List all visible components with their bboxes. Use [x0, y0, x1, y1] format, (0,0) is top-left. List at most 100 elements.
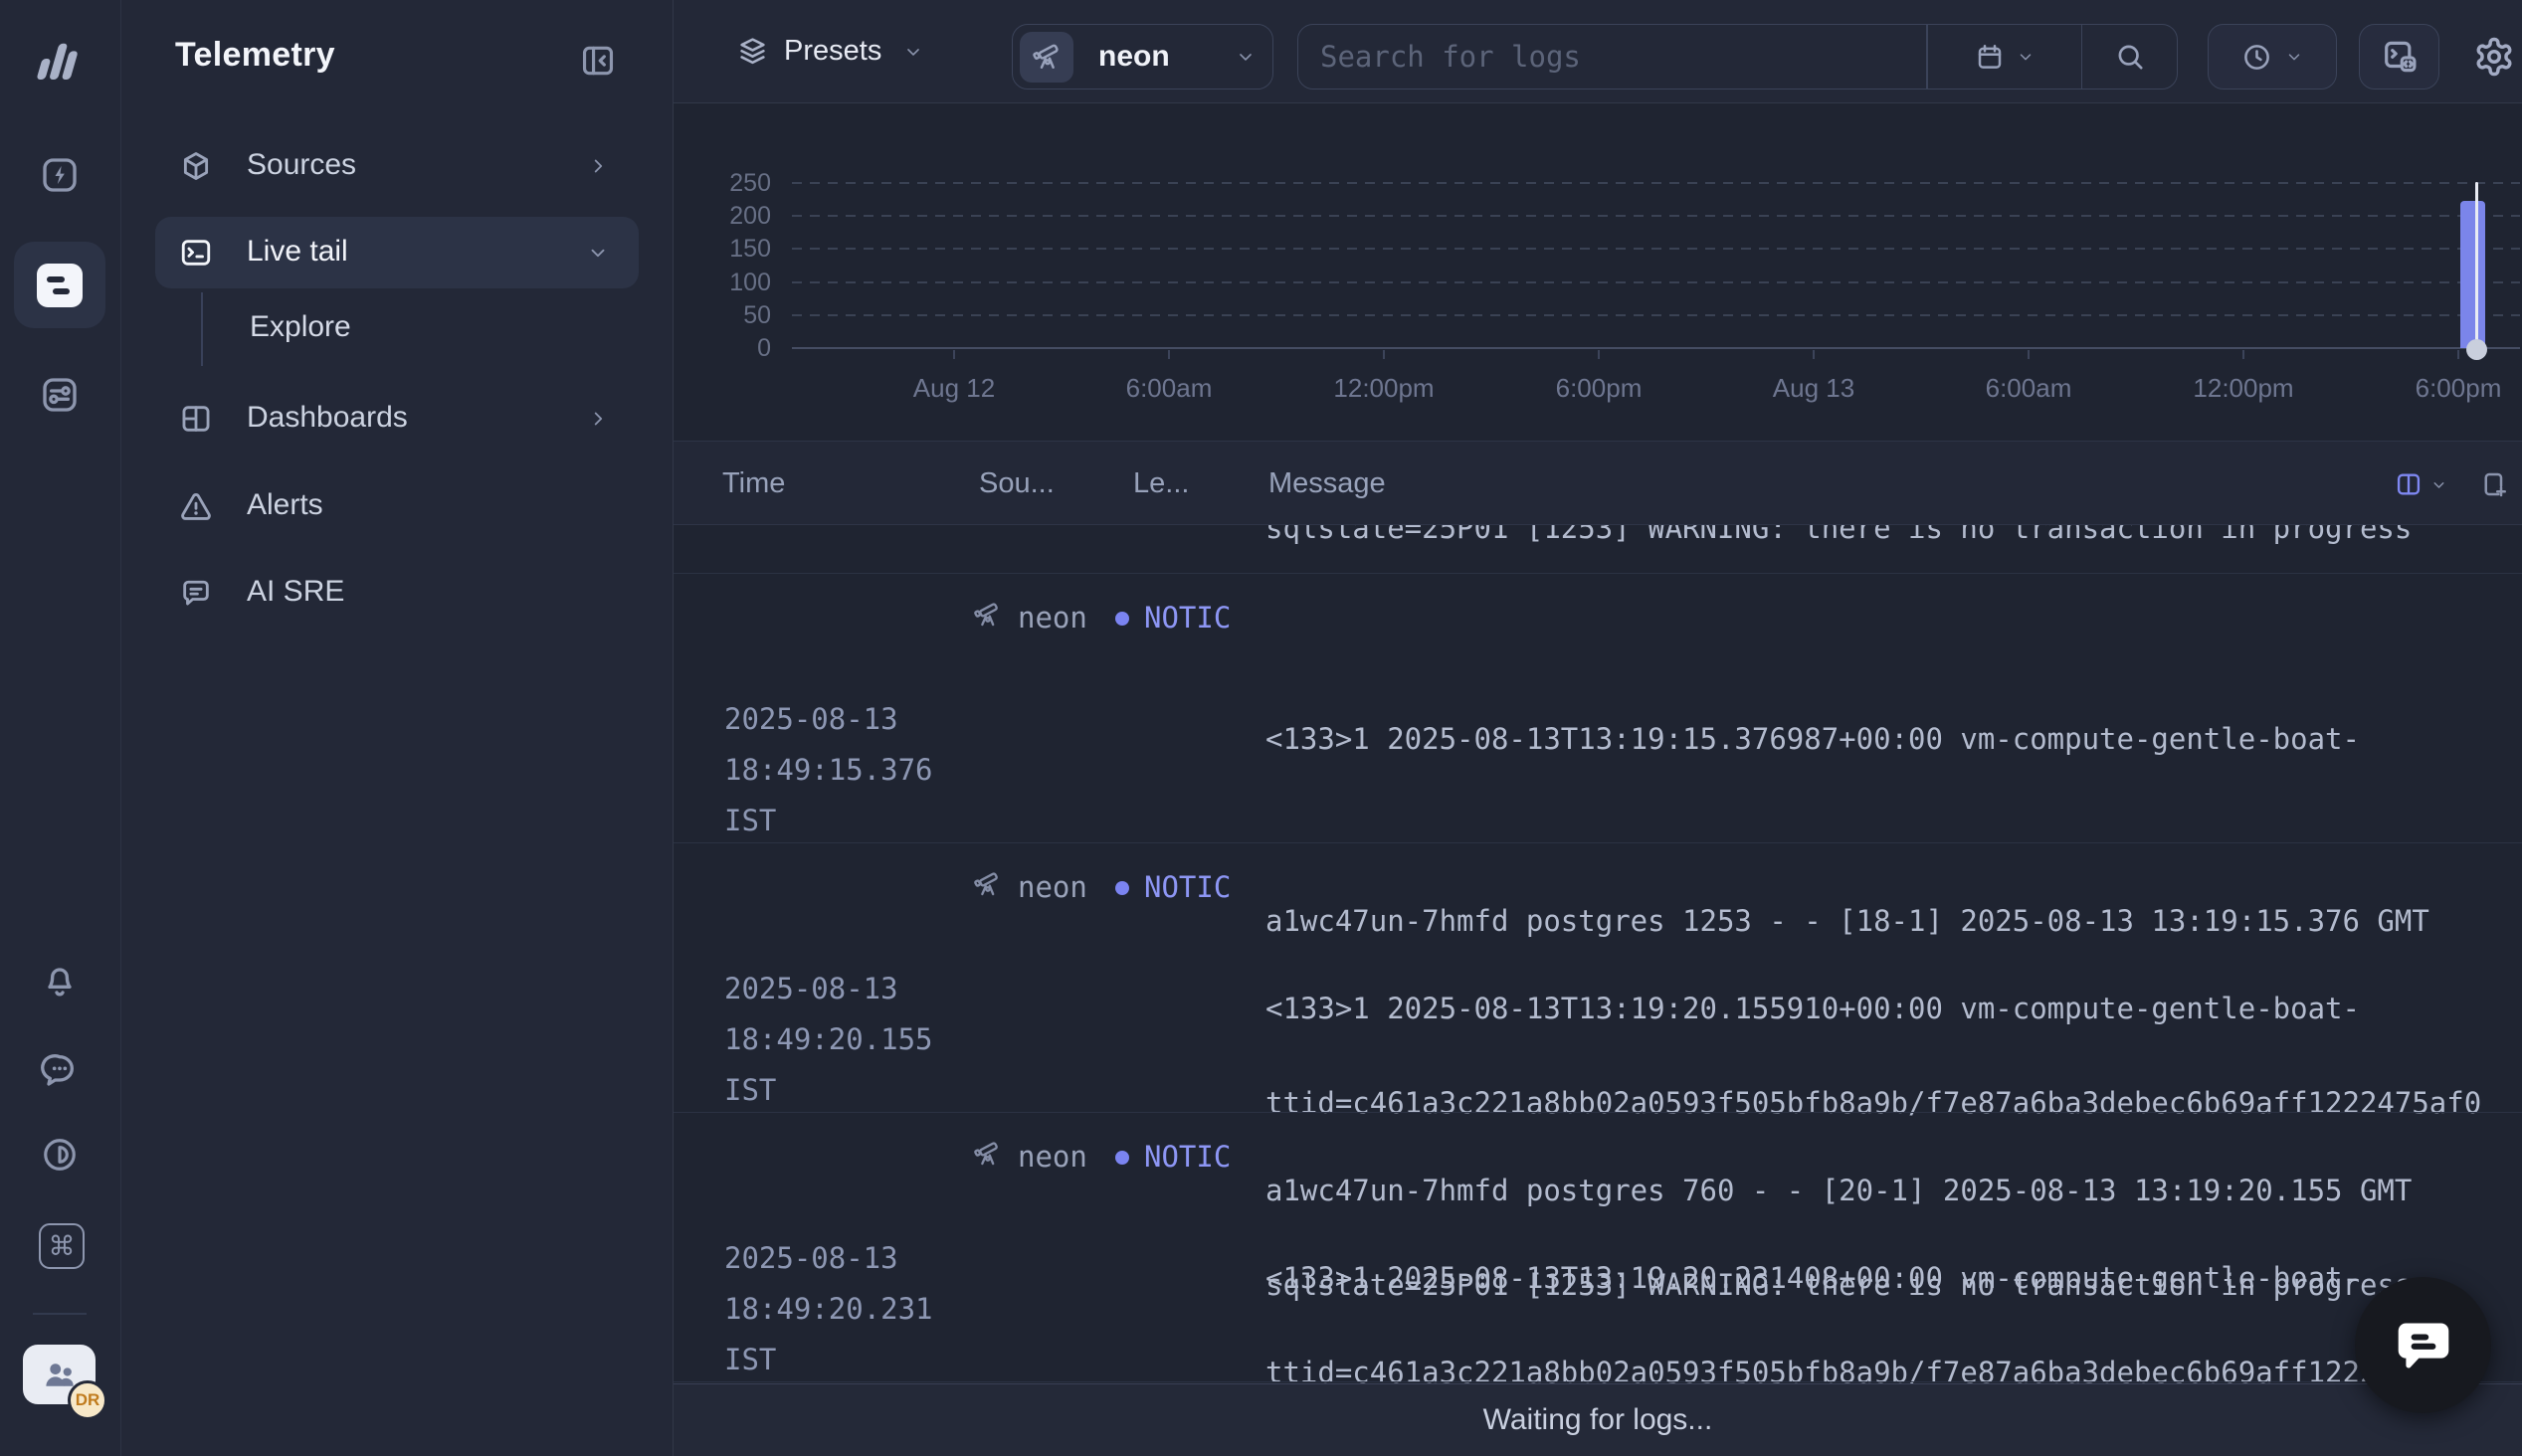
time-range-button[interactable] — [2208, 24, 2337, 90]
gear-icon[interactable] — [2473, 36, 2515, 78]
level-dot — [1115, 612, 1129, 626]
column-header-source[interactable]: Sou... — [979, 467, 1055, 500]
x-axis-tick — [2242, 350, 2244, 359]
table-body: sqlstate=25P01 [1253] WARNING: there is … — [674, 525, 2522, 1383]
logs-icon — [37, 264, 83, 307]
column-header-message[interactable]: Message — [1268, 467, 1386, 500]
x-axis-tick-label: 12:00pm — [1314, 373, 1454, 404]
bolt-square-icon[interactable] — [40, 155, 80, 195]
source-selector[interactable]: neon — [1012, 24, 1273, 90]
log-source: neon — [1018, 1132, 1087, 1183]
table-header: Time Sou... Le... Message — [674, 441, 2522, 525]
gridline — [792, 314, 2520, 316]
sidebar-item-explore[interactable]: Explore — [250, 310, 351, 344]
x-axis-tick — [1383, 350, 1385, 359]
chart[interactable]: 050100150200250Aug 126:00am12:00pm6:00pm… — [674, 102, 2522, 441]
telescope-icon — [1032, 42, 1062, 72]
terminal-icon — [179, 236, 213, 270]
chevron-down-icon — [1236, 47, 1256, 67]
gridline — [792, 182, 2520, 184]
command-icon[interactable]: ⌘ — [39, 1223, 85, 1269]
chevron-right-icon — [587, 408, 609, 430]
gridline — [792, 281, 2520, 283]
calendar-icon — [1975, 42, 2005, 72]
telescope-icon — [973, 870, 1001, 898]
chevron-down-icon[interactable] — [2430, 476, 2447, 493]
bell-icon[interactable] — [40, 961, 80, 1001]
sidebar-item-label: Alerts — [247, 488, 323, 522]
log-volume-bar[interactable] — [2460, 201, 2485, 348]
x-axis-tick-label: 6:00pm — [2389, 373, 2522, 404]
log-row[interactable]: 2025-08-1318:49:20.155IST neon NOTIC <13… — [674, 843, 2522, 1113]
sidebar-item-live-tail[interactable]: Live tail — [155, 217, 639, 288]
level-dot — [1115, 1151, 1129, 1165]
x-axis-tick-label: 6:00am — [1959, 373, 2098, 404]
sliders-square-icon[interactable] — [40, 375, 80, 415]
sidebar-item-dashboards[interactable]: Dashboards — [121, 386, 673, 452]
sidebar-item-label: Sources — [247, 148, 356, 182]
x-axis-tick-label: Aug 12 — [884, 373, 1024, 404]
code-terminal-icon — [2381, 38, 2419, 76]
sidebar-item-label: Live tail — [247, 235, 348, 269]
app-window: ⌘ DR Telemetry Sources Live tail Explore… — [0, 0, 2522, 1456]
contrast-icon[interactable] — [41, 1136, 79, 1174]
presets-button[interactable]: Presets — [737, 0, 923, 102]
search-submit-button[interactable] — [2082, 25, 2177, 89]
main-panel: Presets neon — [674, 0, 2522, 1456]
add-column-icon[interactable] — [2479, 469, 2509, 499]
date-range-button[interactable] — [1928, 25, 2081, 89]
live-cursor-dot — [2466, 339, 2487, 360]
dashboard-icon — [179, 402, 213, 436]
clipped-log-row[interactable]: sqlstate=25P01 [1253] WARNING: there is … — [674, 525, 2522, 574]
rail-item-logs-active[interactable] — [14, 242, 105, 328]
message-lines-icon — [179, 576, 213, 610]
sidebar-item-alerts[interactable]: Alerts — [121, 473, 673, 539]
telescope-icon — [973, 1140, 1001, 1168]
icon-rail: ⌘ DR — [0, 0, 121, 1456]
log-source: neon — [1018, 593, 1087, 643]
x-axis-tick-label: 6:00am — [1099, 373, 1239, 404]
sidebar-item-label: Dashboards — [247, 401, 408, 435]
x-axis-tick — [2457, 350, 2459, 359]
status-text: Waiting for logs... — [1483, 1403, 1713, 1437]
page-title: Telemetry — [175, 36, 335, 75]
sidebar-item-ai-sre[interactable]: AI SRE — [121, 560, 673, 626]
level-dot — [1115, 881, 1129, 895]
rail-divider — [33, 1313, 87, 1315]
chevron-down-icon — [2285, 48, 2303, 66]
panel-collapse-icon[interactable] — [579, 42, 617, 80]
x-axis-tick-label: Aug 13 — [1744, 373, 1883, 404]
chevron-down-icon — [587, 242, 609, 264]
x-axis-tick — [2028, 350, 2030, 359]
gridline — [792, 215, 2520, 217]
chat-fab[interactable] — [2355, 1277, 2491, 1413]
logo-mark — [32, 38, 88, 80]
telescope-icon — [973, 601, 1001, 629]
y-axis-tick-label: 150 — [677, 235, 771, 264]
sidebar-item-sources[interactable]: Sources — [121, 133, 673, 199]
alert-triangle-icon — [179, 489, 213, 523]
log-level: NOTIC — [1144, 862, 1231, 913]
x-axis-tick — [1168, 350, 1170, 359]
log-level: NOTIC — [1144, 593, 1231, 643]
topbar: Presets neon — [674, 0, 2522, 103]
log-source: neon — [1018, 862, 1087, 913]
columns-icon[interactable] — [2395, 470, 2423, 498]
live-cursor-line — [2475, 182, 2478, 351]
code-terminal-button[interactable] — [2359, 24, 2439, 90]
chevron-down-icon — [2017, 48, 2035, 66]
column-header-level[interactable]: Le... — [1133, 467, 1189, 500]
tree-indent-line — [201, 292, 203, 366]
search-input[interactable] — [1298, 25, 1926, 89]
x-axis-line — [792, 347, 2520, 349]
source-chip — [1020, 32, 1073, 83]
log-row[interactable]: 2025-08-1318:49:20.231IST neon NOTIC <13… — [674, 1113, 2522, 1382]
chevron-down-icon — [903, 42, 923, 62]
log-row[interactable]: 2025-08-1318:49:15.376IST neon NOTIC <13… — [674, 574, 2522, 843]
chat-dots-icon[interactable] — [40, 1049, 80, 1089]
column-header-time[interactable]: Time — [722, 467, 785, 500]
log-timestamp: 2025-08-1318:49:20.231IST — [724, 1132, 933, 1383]
layers-icon — [737, 36, 768, 67]
sidebar: Telemetry Sources Live tail Explore Dash… — [121, 0, 674, 1456]
clock-icon — [2241, 42, 2272, 73]
